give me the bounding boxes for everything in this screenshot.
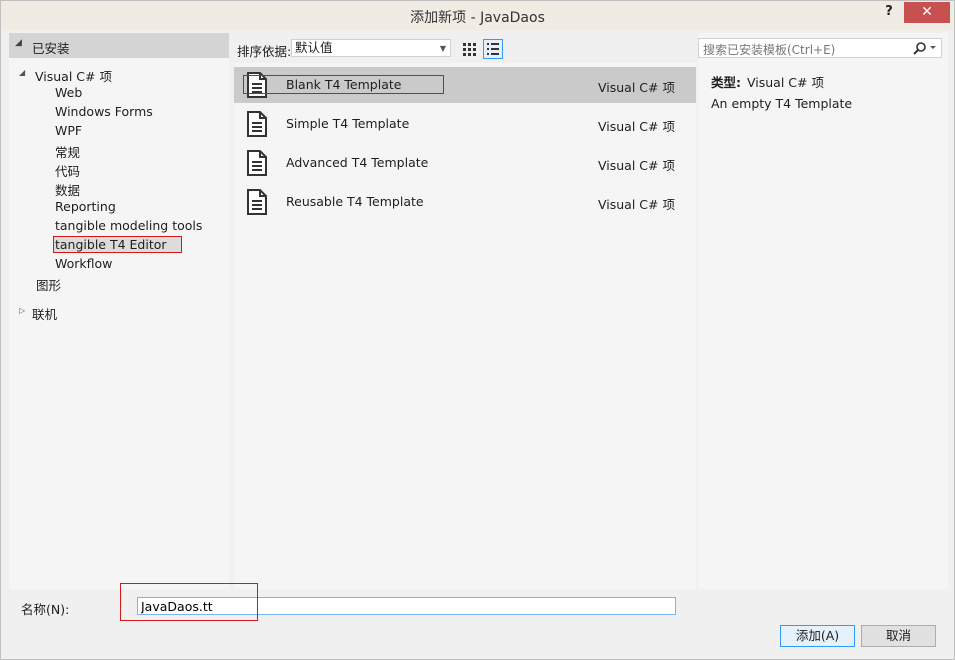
template-kind: Visual C# 项 (598, 158, 675, 173)
window-title: 添加新项 - JavaDaos (410, 10, 545, 26)
title-bar: 添加新项 - JavaDaos ? ✕ (1, 1, 954, 31)
bottom-bar: 名称(N): 添加(A) 取消 (9, 583, 948, 653)
tree-item-data[interactable]: 数据 (55, 180, 80, 198)
document-icon (247, 189, 267, 215)
help-button[interactable]: ? (878, 3, 900, 25)
add-button[interactable]: 添加(A) (780, 625, 855, 647)
template-kind: Visual C# 项 (598, 119, 675, 134)
tree-item-workflow[interactable]: Workflow (55, 256, 112, 274)
search-icon[interactable] (913, 41, 937, 55)
list-view-button[interactable] (483, 39, 503, 59)
name-field[interactable] (137, 597, 676, 615)
details-panel: 搜索已安装模板(Ctrl+E) 类型: Visual C# 项 An empty … (698, 33, 948, 589)
document-icon (247, 150, 267, 176)
template-item-simple-t4[interactable]: Simple T4 Template Visual C# 项 (234, 106, 696, 142)
list-toolbar: 排序依据: 默认值 ▼ (234, 33, 696, 63)
type-label: 类型: (711, 75, 741, 90)
grid-view-icon (463, 43, 476, 56)
tree-item-tangible-modeling-tools[interactable]: tangible modeling tools (55, 218, 202, 236)
close-button[interactable]: ✕ (904, 2, 950, 23)
tree-item-label: 联机 (32, 307, 58, 322)
selected-tree-label: tangible T4 Editor (53, 236, 182, 253)
medium-icons-view-button[interactable] (459, 39, 479, 59)
template-name: Simple T4 Template (286, 116, 410, 131)
list-view-icon (487, 43, 499, 55)
tree-item-reporting[interactable]: Reporting (55, 199, 116, 217)
search-placeholder: 搜索已安装模板(Ctrl+E) (703, 43, 836, 57)
sort-label: 排序依据: (237, 44, 292, 59)
tree-item-graphics[interactable]: 图形 (36, 275, 61, 293)
collapsed-triangle-icon: ▷ (19, 306, 26, 315)
template-description: An empty T4 Template (711, 96, 853, 111)
document-icon (247, 111, 267, 137)
template-item-reusable-t4[interactable]: Reusable T4 Template Visual C# 项 (234, 184, 696, 220)
installed-label: 已安装 (32, 41, 70, 56)
tree-item-tangible-t4-editor[interactable]: tangible T4 Editor (53, 236, 182, 255)
tree-item-general[interactable]: 常规 (55, 142, 80, 160)
cancel-button[interactable]: 取消 (861, 625, 936, 647)
add-new-item-dialog: 添加新项 - JavaDaos ? ✕ ◢ 已安装 ◢ Visual C# 项 … (0, 0, 955, 660)
tree-item-wpf[interactable]: WPF (55, 123, 82, 141)
tree-item-windows-forms[interactable]: Windows Forms (55, 104, 153, 122)
template-name: Blank T4 Template (243, 75, 445, 94)
expanded-triangle-icon: ◢ (19, 68, 26, 77)
name-label: 名称(N): (21, 602, 70, 617)
template-list-panel: 排序依据: 默认值 ▼ Blank T4 Template Visual C# … (234, 33, 696, 589)
template-kind: Visual C# 项 (598, 197, 675, 212)
search-input[interactable]: 搜索已安装模板(Ctrl+E) (698, 38, 942, 58)
collapse-triangle-icon: ◢ (15, 38, 22, 48)
sort-value: 默认值 (295, 40, 333, 55)
template-kind: Visual C# 项 (598, 80, 675, 95)
installed-header[interactable]: ◢ 已安装 (9, 33, 229, 58)
template-item-blank-t4[interactable]: Blank T4 Template Visual C# 项 (234, 67, 696, 103)
tree-item-web[interactable]: Web (55, 85, 82, 103)
highlighted-template-name: Blank T4 Template (243, 75, 445, 94)
type-row: 类型: Visual C# 项 (711, 72, 824, 91)
template-name: Advanced T4 Template (286, 155, 429, 170)
tree-item-visual-csharp[interactable]: ◢ Visual C# 项 (19, 66, 112, 84)
tree-item-label: Visual C# 项 (35, 69, 112, 84)
sort-dropdown[interactable]: 默认值 ▼ (291, 39, 451, 57)
category-panel: ◢ 已安装 ◢ Visual C# 项 Web Windows Forms WP… (9, 33, 229, 589)
template-item-advanced-t4[interactable]: Advanced T4 Template Visual C# 项 (234, 145, 696, 181)
tree-item-code[interactable]: 代码 (55, 161, 80, 179)
tree-item-online[interactable]: ▷ 联机 (19, 304, 58, 322)
type-value: Visual C# 项 (747, 75, 824, 90)
template-name: Reusable T4 Template (286, 194, 424, 209)
chevron-down-icon: ▼ (439, 44, 446, 53)
